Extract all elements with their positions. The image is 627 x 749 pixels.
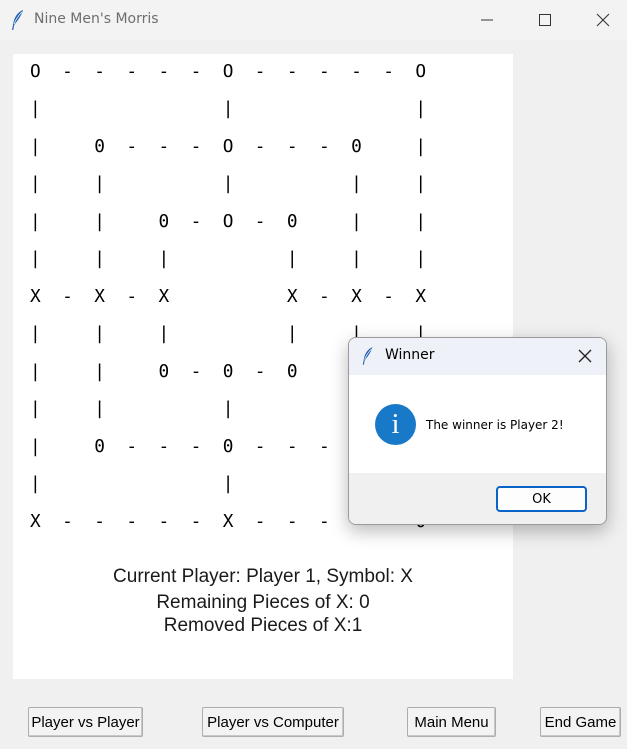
maximize-button[interactable] <box>516 0 574 40</box>
board-row[interactable]: | | | | | <box>30 174 426 194</box>
ok-button[interactable]: OK <box>496 486 587 512</box>
window-title: Nine Men's Morris <box>34 11 159 27</box>
feather-icon <box>362 347 373 365</box>
feather-icon <box>12 10 23 30</box>
player-vs-computer-button[interactable]: Player vs Computer <box>202 707 344 737</box>
dialog-title: Winner <box>385 347 435 363</box>
winner-dialog: Winner i The winner is Player 2! OK <box>348 337 607 525</box>
remaining-pieces-label: Remaining Pieces of X: 0 <box>156 592 370 613</box>
board-row[interactable]: | 0 - - - O - - - 0 | <box>30 137 426 157</box>
close-icon[interactable] <box>574 345 596 367</box>
board-row[interactable]: O - - - - - O - - - - - O <box>30 62 426 82</box>
main-menu-button[interactable]: Main Menu <box>407 707 496 737</box>
removed-pieces-label: Removed Pieces of X:1 <box>163 615 363 636</box>
info-icon: i <box>375 404 416 445</box>
maximize-icon <box>539 14 551 26</box>
minimize-button[interactable] <box>458 0 516 40</box>
close-icon <box>596 13 610 27</box>
end-game-button[interactable]: End Game <box>540 707 621 737</box>
current-player-label: Current Player: Player 1, Symbol: X <box>113 566 413 587</box>
close-button[interactable] <box>574 0 627 40</box>
board-row[interactable]: | | 0 - O - 0 | | <box>30 212 426 232</box>
player-vs-player-button[interactable]: Player vs Player <box>28 707 143 737</box>
dialog-message: The winner is Player 2! <box>426 418 564 432</box>
title-bar: Nine Men's Morris <box>0 0 627 40</box>
board-row[interactable]: | | | | | | <box>30 249 426 269</box>
board-row[interactable]: X - X - X X - X - X <box>30 287 426 307</box>
minimize-icon <box>481 19 493 21</box>
dialog-title-bar: Winner <box>349 338 606 375</box>
board-row[interactable]: | | | <box>30 99 426 119</box>
